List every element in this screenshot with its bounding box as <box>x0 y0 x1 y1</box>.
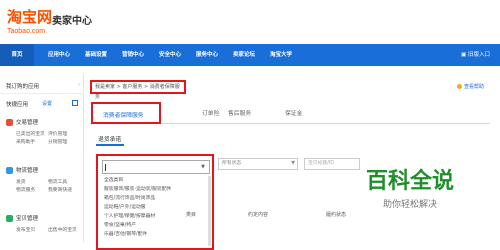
sidebar-link-express[interactable]: 我要寄快递 <box>48 186 72 193</box>
sidebar-link-on-sale[interactable]: 出售中的宝贝 <box>48 226 77 233</box>
box-icon <box>6 215 13 222</box>
logo-subtext: Taobao.com <box>7 28 46 35</box>
sidebar-link-distribution[interactable]: 分销管理 <box>48 138 67 145</box>
status-select-value: 所有状态 <box>222 161 242 166</box>
watermark: 百科全说 助你轻松解决 <box>366 163 454 210</box>
quick-apps-settings-link[interactable]: 设置 <box>42 100 52 107</box>
section-title: 交易管理 <box>16 120 39 126</box>
nav-service[interactable]: 服务中心 <box>196 44 218 66</box>
nav-basic-settings[interactable]: 基础设置 <box>85 44 107 66</box>
sidebar-link-reviews[interactable]: 评价管理 <box>48 130 67 137</box>
sidebar-section-logistics: 物流管理 发货 物流工具 物流服务 我要寄快递 <box>0 166 84 194</box>
tab-after-sales[interactable]: 售后服务 <box>228 108 251 117</box>
subtab-return-promise[interactable]: 退货承诺 <box>98 134 121 143</box>
section-title: 宝贝管理 <box>16 216 39 222</box>
sidebar-section-items: 宝贝管理 发布宝贝 出售中的宝贝 <box>0 214 84 236</box>
tab-consumer-protection-label: 消费者保障服务 <box>103 113 144 119</box>
category-dropdown[interactable]: ▼ 全选类目 服装服饰/服装-运动装/服装配件 箱包/流行饰品/时尚饰品 运动鞋… <box>96 154 214 250</box>
text-cursor <box>105 164 106 171</box>
watermark-subtitle: 助你轻松解决 <box>383 200 438 210</box>
breadcrumb[interactable]: 我是卖家 > 客户服务 > 消费者保障服务 <box>90 80 186 100</box>
top-header: 淘宝网 Taobao.com 卖家中心 <box>0 0 500 44</box>
sidebar-my-apps-label: 我订购的应用 <box>6 84 40 90</box>
chevron-right-icon: › <box>78 82 80 88</box>
column-header-category: 类目 <box>186 212 197 218</box>
dropdown-option[interactable]: 服装服饰/服装-运动装/服装配件 <box>102 185 210 194</box>
column-header-agreement: 约定内容 <box>248 212 269 218</box>
chevron-down-icon: ▼ <box>201 164 205 170</box>
dropdown-option[interactable]: 乐器/吉他/钢琴/配件 <box>102 230 210 239</box>
chevron-down-icon: ▼ <box>291 161 295 166</box>
item-search-input[interactable]: 宝贝标题/ID <box>304 158 360 170</box>
page-title: 卖家中心 <box>52 16 92 27</box>
old-version-link[interactable]: ▣ 旧版入口 <box>461 44 490 66</box>
nav-forum[interactable]: 卖家论坛 <box>233 44 255 66</box>
category-select-input[interactable]: ▼ <box>102 160 210 174</box>
watermark-title: 百科全说 <box>366 169 455 194</box>
logo-text: 淘宝网 <box>7 8 53 26</box>
truck-icon <box>6 167 13 174</box>
trade-icon <box>6 119 13 126</box>
nav-marketing[interactable]: 营销中心 <box>122 44 144 66</box>
tab-consumer-protection[interactable]: 消费者保障服务 <box>91 102 161 124</box>
sidebar-quick-apps: 快捷应用 设置 <box>0 100 84 110</box>
dropdown-option[interactable]: 箱包/流行饰品/时尚饰品 <box>102 194 210 203</box>
help-icon <box>456 84 462 89</box>
help-link[interactable]: 查看帮助 <box>456 83 484 90</box>
sidebar-link-sold-items[interactable]: 已卖出的宝贝 <box>16 130 45 137</box>
sidebar-section-trade: 交易管理 已卖出的宝贝 评价管理 采购助手 分销管理 <box>0 118 84 146</box>
sidebar-link-ship[interactable]: 发货 <box>16 178 26 185</box>
nav-home[interactable]: 首页 <box>0 44 34 66</box>
sidebar-my-apps[interactable]: 我订购的应用 › <box>0 82 84 94</box>
nav-university[interactable]: 淘宝大学 <box>270 44 292 66</box>
nav-security[interactable]: 安全中心 <box>159 44 181 66</box>
dropdown-option[interactable]: 全选类目 <box>102 176 210 185</box>
sidebar-link-purchase[interactable]: 采购助手 <box>16 138 35 145</box>
help-label: 查看帮助 <box>463 84 484 90</box>
sidebar-link-logistics-tools[interactable]: 物流工具 <box>48 178 67 185</box>
column-header-status: 履约状态 <box>326 212 347 218</box>
taobao-logo[interactable]: 淘宝网 Taobao.com <box>7 6 52 35</box>
sidebar: 我订购的应用 › 快捷应用 设置 交易管理 已卖出的宝贝 评价管理 采购助手 分… <box>0 74 84 242</box>
screen-icon: ▣ <box>461 52 468 58</box>
grid-icon <box>72 100 78 106</box>
tab-deposit[interactable]: 保证金 <box>285 108 302 117</box>
main-nav: 首页 应用中心 基础设置 营销中心 安全中心 服务中心 卖家论坛 淘宝大学 ▣ … <box>0 44 500 66</box>
sidebar-quick-apps-label: 快捷应用 <box>6 102 29 108</box>
sidebar-link-publish[interactable]: 发布宝贝 <box>16 226 35 233</box>
old-version-label: 旧版入口 <box>467 52 490 58</box>
status-select[interactable]: 所有状态 ▼ <box>218 158 298 170</box>
subtab-underline <box>96 144 124 146</box>
sidebar-link-logistics-service[interactable]: 物流服务 <box>16 186 35 193</box>
main-content: 我是卖家 > 客户服务 > 消费者保障服务 查看帮助 订单险 售后服务 保证金 … <box>86 74 500 250</box>
tab-order-insurance[interactable]: 订单险 <box>202 108 219 117</box>
nav-app-center[interactable]: 应用中心 <box>48 44 70 66</box>
section-title: 物流管理 <box>16 168 39 174</box>
